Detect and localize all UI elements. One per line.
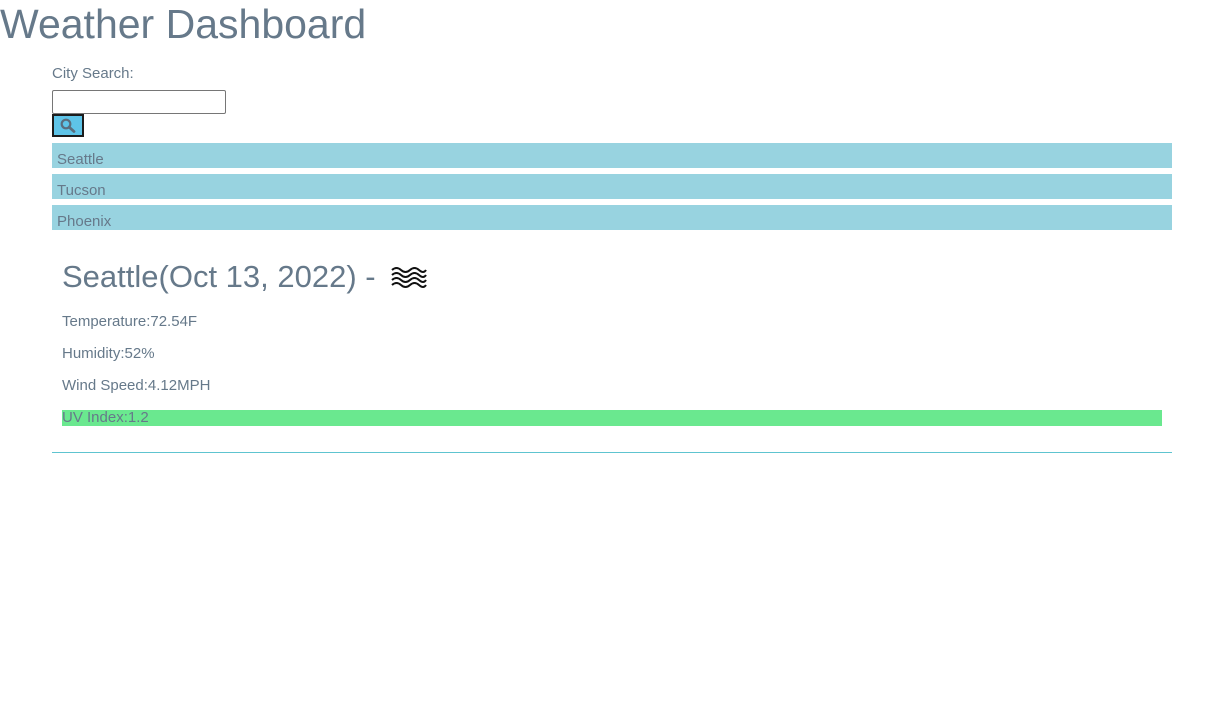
current-weather-panel: Seattle(Oct 13, 2022) - Temperature:72.5…: [52, 245, 1172, 453]
uv-index-text: UV Index:1.2: [62, 409, 149, 426]
history-item-phoenix[interactable]: Phoenix: [52, 205, 1172, 230]
humidity-text: Humidity:52%: [62, 345, 155, 362]
city-search-label: City Search:: [52, 65, 134, 82]
temperature-text: Temperature:72.54F: [62, 313, 198, 330]
mist-icon: [390, 267, 427, 288]
history-item-tucson[interactable]: Tucson: [52, 174, 1172, 199]
history-item-seattle[interactable]: Seattle: [52, 143, 1172, 168]
city-date-heading: Seattle(Oct 13, 2022) -: [62, 257, 428, 297]
search-icon: [60, 118, 76, 133]
city-search-input[interactable]: [52, 90, 226, 114]
wind-speed-text: Wind Speed:4.12MPH: [62, 377, 211, 394]
page-title: Weather Dashboard: [0, 1, 367, 47]
uv-index-badge: UV Index:1.2: [62, 409, 1162, 426]
city-date-text: Seattle(Oct 13, 2022) -: [62, 259, 376, 294]
search-button[interactable]: [52, 114, 84, 137]
